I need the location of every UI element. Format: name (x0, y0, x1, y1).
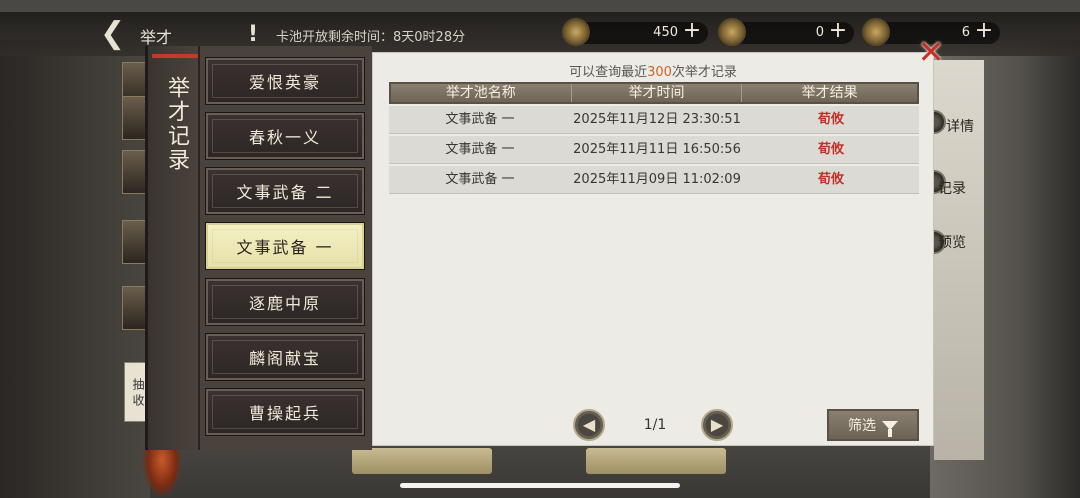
pool-menu: 爱恨英豪 春秋一义 文事武备 二 文事武备 一 逐鹿中原 麟阁献宝 曹操起兵 (200, 46, 372, 450)
menu-item-pool[interactable]: 文事武备 二 (205, 167, 365, 215)
filter-label: 筛选 (848, 418, 876, 434)
table-header: 举才池名称 举才时间 举才结果 (389, 82, 919, 104)
menu-item-pool-active[interactable]: 文事武备 一 (205, 222, 365, 270)
bg-label-record: 记录 (938, 181, 966, 197)
chevron-left-icon: ❮ (100, 16, 126, 51)
resource-value: 0 (815, 25, 824, 40)
cell-time: 2025年11月12日 23:30:51 (573, 112, 741, 127)
query-note: 可以查询最近300次举才记录 (373, 61, 933, 80)
table-row: 文事武备 一 2025年11月11日 16:50:56 荀攸 (389, 136, 919, 164)
bg-bottom-button (586, 448, 726, 474)
resource-coin: 450 + (562, 18, 708, 50)
page-indicator: 1/1 (643, 417, 667, 433)
arrow-left-icon: ◀ (582, 415, 596, 434)
resource-value: 6 (961, 25, 970, 40)
record-title-panel: 举才记录 (145, 46, 200, 450)
cell-pool: 文事武备 一 (445, 112, 515, 127)
next-page-button[interactable]: ▶ (701, 409, 733, 441)
record-content-panel: 可以查询最近300次举才记录 举才池名称 举才时间 举才结果 文事武备 一 20… (372, 52, 934, 446)
pool-timer-text: 卡池开放剩余时间：8天0时28分 (276, 30, 466, 45)
column-header-time: 举才时间 (572, 84, 743, 102)
notice-icon: ! (247, 22, 259, 47)
menu-item-pool[interactable]: 爱恨英豪 (205, 57, 365, 105)
bg-label-detail: 详情 (946, 119, 974, 135)
bg-label-preview: 预览 (938, 235, 966, 251)
menu-item-pool[interactable]: 春秋一义 (205, 112, 365, 160)
add-coin-button[interactable]: + (682, 20, 702, 42)
close-button[interactable]: ✕ (916, 36, 946, 68)
table-row: 文事武备 一 2025年11月12日 23:30:51 荀攸 (389, 106, 919, 134)
query-suffix: 次举才记录 (671, 65, 737, 80)
table-row: 文事武备 一 2025年11月09日 11:02:09 荀攸 (389, 166, 919, 194)
token-icon (718, 18, 746, 46)
add-token-button[interactable]: + (828, 20, 848, 42)
cell-time: 2025年11月09日 11:02:09 (573, 172, 741, 187)
query-prefix: 可以查询最近 (569, 65, 648, 80)
background-right-panel: 详情 记录 预览 (922, 60, 984, 460)
cell-pool: 文事武备 一 (445, 172, 515, 187)
filter-icon (882, 420, 898, 437)
cell-result: 荀攸 (817, 112, 844, 127)
menu-item-pool[interactable]: 曹操起兵 (205, 388, 365, 436)
menu-item-pool[interactable]: 逐鹿中原 (205, 278, 365, 326)
coin-icon (562, 18, 590, 46)
cell-result: 荀攸 (817, 142, 844, 157)
query-count: 300 (647, 65, 672, 80)
ticket-icon (862, 18, 890, 46)
cell-time: 2025年11月11日 16:50:56 (573, 142, 741, 157)
cell-result: 荀攸 (817, 172, 844, 187)
add-ticket-button[interactable]: + (974, 20, 994, 42)
arrow-right-icon: ▶ (710, 415, 724, 434)
filter-button[interactable]: 筛选 (827, 409, 919, 441)
column-header-pool: 举才池名称 (391, 84, 572, 102)
cell-pool: 文事武备 一 (445, 142, 515, 157)
panel-title: 举才记录 (164, 76, 189, 172)
record-table: 举才池名称 举才时间 举才结果 文事武备 一 2025年11月12日 23:30… (389, 82, 919, 194)
resource-value: 450 (653, 25, 678, 40)
resource-token: 0 + (718, 18, 854, 50)
prev-page-button[interactable]: ◀ (573, 409, 605, 441)
bg-bottom-button (352, 448, 492, 474)
back-button[interactable]: ❮ (100, 19, 130, 50)
home-indicator[interactable] (400, 483, 680, 488)
page-title: 举才 (140, 28, 173, 47)
character-figure (142, 444, 182, 498)
column-header-result: 举才结果 (801, 85, 858, 101)
menu-item-pool[interactable]: 麟阁献宝 (205, 333, 365, 381)
close-icon: ✕ (917, 33, 945, 71)
